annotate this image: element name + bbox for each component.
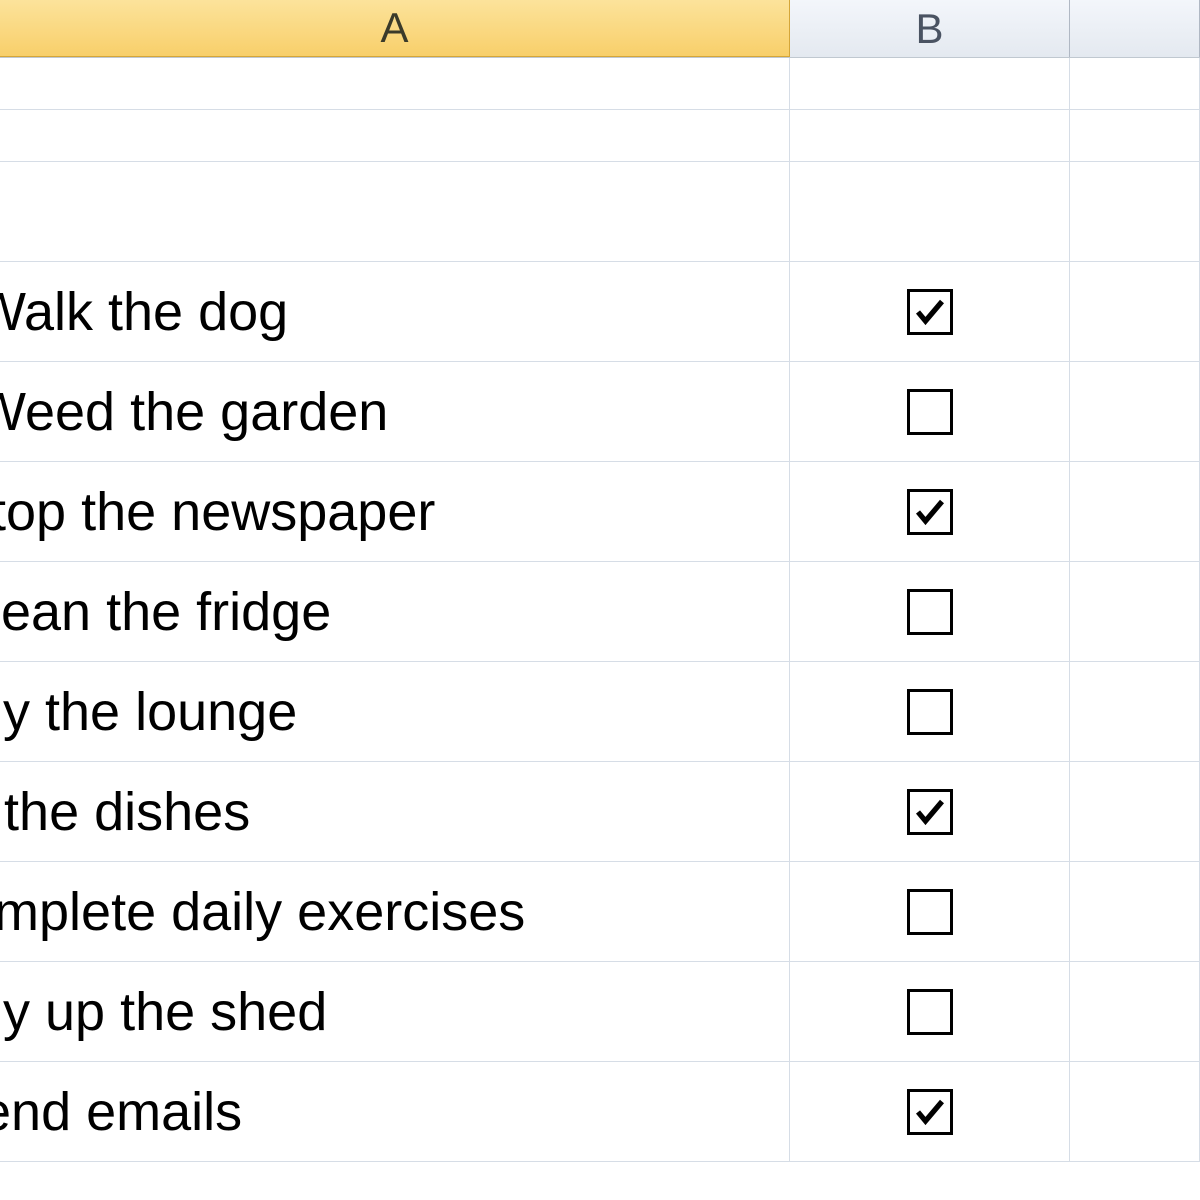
task-row[interactable]: Send emails (0, 1062, 1200, 1162)
task-label: Walk the dog (0, 281, 288, 343)
checkbox[interactable] (907, 689, 953, 735)
task-row[interactable]: Do the dishes (0, 762, 1200, 862)
task-checkbox-cell[interactable] (790, 962, 1070, 1061)
task-checkbox-cell[interactable] (790, 462, 1070, 561)
cell[interactable] (0, 58, 790, 109)
task-row[interactable]: Clean the fridge (0, 562, 1200, 662)
checkbox[interactable] (907, 889, 953, 935)
checkbox[interactable] (907, 289, 953, 335)
cell[interactable] (0, 162, 790, 261)
column-header-c[interactable] (1070, 0, 1200, 57)
cell[interactable] (1070, 662, 1200, 761)
task-row[interactable]: Walk the dog (0, 262, 1200, 362)
cell[interactable] (1070, 58, 1200, 109)
task-label: Clean the fridge (0, 581, 331, 643)
blank-row[interactable] (0, 58, 1200, 110)
cell[interactable] (1070, 110, 1200, 161)
task-checkbox-cell[interactable] (790, 762, 1070, 861)
checkbox[interactable] (907, 489, 953, 535)
check-icon (912, 794, 948, 830)
check-icon (912, 294, 948, 330)
task-label-cell[interactable]: Stop the newspaper (0, 462, 790, 561)
task-row[interactable]: Complete daily exercises (0, 862, 1200, 962)
check-icon (912, 494, 948, 530)
task-label: Weed the garden (0, 381, 388, 443)
cell[interactable] (0, 110, 790, 161)
cell[interactable] (1070, 1062, 1200, 1161)
task-label-cell[interactable]: Do the dishes (0, 762, 790, 861)
checkbox[interactable] (907, 389, 953, 435)
blank-row[interactable] (0, 162, 1200, 262)
task-label: Complete daily exercises (0, 881, 525, 943)
cell[interactable] (1070, 462, 1200, 561)
cell[interactable] (1070, 962, 1200, 1061)
checkbox[interactable] (907, 1089, 953, 1135)
task-row[interactable]: Stop the newspaper (0, 462, 1200, 562)
blank-row[interactable] (0, 110, 1200, 162)
checkbox[interactable] (907, 989, 953, 1035)
task-label: Tidy up the shed (0, 981, 327, 1043)
column-header-row: A B (0, 0, 1200, 58)
cell[interactable] (1070, 862, 1200, 961)
task-label: Stop the newspaper (0, 481, 435, 543)
task-checkbox-cell[interactable] (790, 362, 1070, 461)
task-checkbox-cell[interactable] (790, 1062, 1070, 1161)
cell[interactable] (1070, 562, 1200, 661)
check-icon (912, 1094, 948, 1130)
task-checkbox-cell[interactable] (790, 862, 1070, 961)
task-label-cell[interactable]: Walk the dog (0, 262, 790, 361)
task-label: Do the dishes (0, 781, 250, 843)
cell[interactable] (790, 110, 1070, 161)
task-label-cell[interactable]: Tidy the lounge (0, 662, 790, 761)
cell[interactable] (1070, 762, 1200, 861)
column-header-a[interactable]: A (0, 0, 790, 57)
checkbox[interactable] (907, 589, 953, 635)
task-checkbox-cell[interactable] (790, 562, 1070, 661)
cell[interactable] (1070, 262, 1200, 361)
task-label-cell[interactable]: Complete daily exercises (0, 862, 790, 961)
spreadsheet: A B Walk the dog Weed the garden Stop the … (0, 0, 1200, 1200)
cell[interactable] (790, 162, 1070, 261)
task-label-cell[interactable]: Send emails (0, 1062, 790, 1161)
task-label-cell[interactable]: Tidy up the shed (0, 962, 790, 1061)
cell[interactable] (790, 58, 1070, 109)
task-row[interactable]: Tidy the lounge (0, 662, 1200, 762)
task-label-cell[interactable]: Clean the fridge (0, 562, 790, 661)
cell[interactable] (1070, 162, 1200, 261)
task-label-cell[interactable]: Weed the garden (0, 362, 790, 461)
task-checkbox-cell[interactable] (790, 262, 1070, 361)
task-row[interactable]: Weed the garden (0, 362, 1200, 462)
cell[interactable] (1070, 362, 1200, 461)
column-header-b[interactable]: B (790, 0, 1070, 57)
task-checkbox-cell[interactable] (790, 662, 1070, 761)
checkbox[interactable] (907, 789, 953, 835)
task-label: Tidy the lounge (0, 681, 297, 743)
task-label: Send emails (0, 1081, 242, 1143)
task-row[interactable]: Tidy up the shed (0, 962, 1200, 1062)
